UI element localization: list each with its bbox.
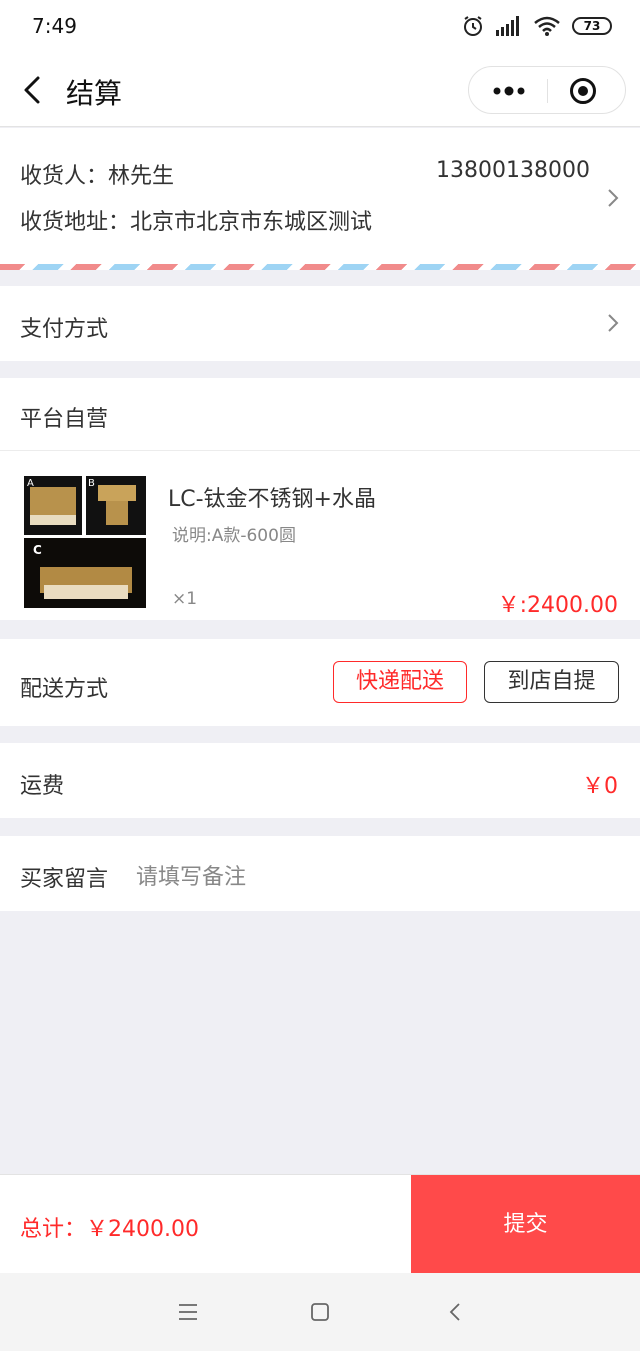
- order-total: 总计：￥2400.00: [20, 1217, 199, 1242]
- shop-header: 平台自营: [0, 378, 640, 450]
- product-quantity: ×1: [172, 589, 198, 609]
- chevron-right-icon: [608, 314, 619, 332]
- freight-row: 运费 ￥0: [0, 743, 640, 818]
- receiver-address: 收货地址：北京市北京市东城区测试: [20, 210, 373, 235]
- product-item: A B C LC-钛金不锈钢+水晶 说明:A款-600圆 ×1 ￥:2400.0…: [0, 450, 640, 620]
- payment-method-row[interactable]: 支付方式: [0, 286, 640, 361]
- address-section[interactable]: 收货人：林先生 13800138000 收货地址：北京市北京市东城区测试: [0, 128, 640, 270]
- delivery-method-row: 配送方式 快递配送 到店自提: [0, 639, 640, 726]
- thumb-label-c: C: [33, 543, 42, 557]
- receiver-phone: 13800138000: [436, 158, 590, 183]
- thumb-label-b: B: [88, 478, 95, 489]
- page-title: 结算: [66, 77, 123, 110]
- buyer-message-input[interactable]: 请填写备注: [136, 859, 246, 891]
- envelope-stripe: [0, 264, 640, 270]
- capsule-divider: [547, 79, 548, 103]
- status-bar: 7:49 73: [0, 0, 640, 54]
- wifi-icon: [534, 16, 560, 36]
- menu-icon[interactable]: [178, 1302, 198, 1322]
- chevron-right-icon: [608, 189, 619, 207]
- product-spec: 说明:A款-600圆: [172, 526, 296, 546]
- product-name: LC-钛金不锈钢+水晶: [168, 487, 376, 512]
- delivery-method-label: 配送方式: [20, 677, 109, 702]
- payment-method-label: 支付方式: [20, 317, 109, 342]
- freight-label: 运费: [20, 774, 65, 799]
- buyer-message-row: 买家留言 请填写备注: [0, 836, 640, 911]
- checkout-footer: 总计：￥2400.00 提交: [0, 1174, 640, 1274]
- status-icons: 73: [462, 14, 612, 38]
- receiver-name: 收货人：林先生: [20, 164, 175, 189]
- submit-button[interactable]: 提交: [411, 1175, 640, 1274]
- store-pickup-button[interactable]: 到店自提: [484, 661, 619, 703]
- mini-program-capsule: [468, 66, 626, 114]
- back-arrow-icon[interactable]: [20, 72, 48, 108]
- back-icon[interactable]: [446, 1302, 466, 1322]
- alarm-icon: [464, 16, 482, 36]
- system-nav-bar: [0, 1273, 640, 1351]
- shop-name: 平台自营: [20, 407, 109, 432]
- thumb-label-a: A: [27, 478, 34, 489]
- nav-bar: 结算: [0, 54, 640, 127]
- buyer-message-label: 买家留言: [20, 867, 109, 892]
- product-thumbnail: A B C: [22, 475, 148, 611]
- express-delivery-button[interactable]: 快递配送: [333, 661, 467, 703]
- home-icon[interactable]: [310, 1302, 330, 1322]
- signal-icon: [496, 16, 519, 36]
- freight-value: ￥0: [582, 774, 618, 799]
- more-dots-icon[interactable]: [487, 77, 531, 105]
- status-time: 7:49: [32, 14, 77, 38]
- target-icon[interactable]: [569, 77, 597, 105]
- product-price: ￥:2400.00: [497, 593, 618, 618]
- battery-icon: 73: [572, 17, 612, 35]
